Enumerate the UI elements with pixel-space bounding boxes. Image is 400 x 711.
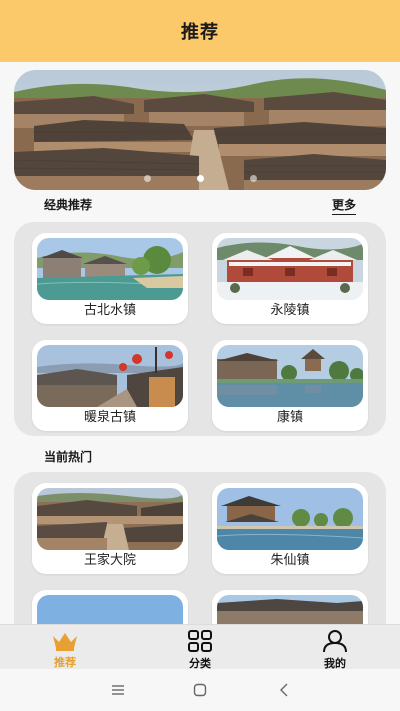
card-image [37, 595, 183, 624]
card-gubei-water-town[interactable]: 古北水镇 [32, 233, 188, 324]
bottom-tab-bar: 推荐 分类 我的 [0, 624, 400, 670]
more-link[interactable]: 更多 [331, 196, 356, 215]
card-yongling-town[interactable]: 永陵镇 [212, 233, 368, 324]
card-label: 古北水镇 [83, 303, 136, 318]
card-label: 暖泉古镇 [83, 410, 136, 425]
grid-icon [186, 629, 214, 653]
card-label: 王家大院 [83, 553, 136, 568]
card-image [217, 595, 363, 624]
carousel-dot-active[interactable] [196, 175, 204, 182]
card-kang-town[interactable]: 康镇 [212, 340, 368, 431]
card-image [217, 238, 363, 300]
system-nav-bar [0, 669, 400, 711]
carousel-indicator [14, 175, 386, 182]
card-image [37, 345, 183, 407]
card-image [217, 345, 363, 407]
card-hot-3[interactable] [32, 590, 188, 624]
crown-icon [51, 629, 79, 652]
card-label: 永陵镇 [270, 303, 310, 318]
tab-category[interactable]: 分类 [165, 625, 235, 670]
card-wang-family-compound[interactable]: 王家大院 [32, 483, 188, 574]
tab-mine[interactable]: 我的 [300, 625, 370, 670]
banner-carousel[interactable] [14, 70, 386, 190]
carousel-dot[interactable] [249, 175, 257, 182]
main-content[interactable]: 经典推荐 更多 古北水镇 永陵镇 暖泉古镇 康镇 当前热门 王家大院 朱仙镇 [0, 62, 400, 624]
card-image [37, 488, 183, 550]
tab-label: 推荐 [54, 656, 76, 669]
card-image [37, 238, 183, 300]
card-image [217, 488, 363, 550]
app-header: 推荐 [0, 0, 400, 62]
back-icon[interactable] [274, 680, 294, 700]
section-title-hot: 当前热门 [44, 450, 93, 464]
classic-section-header: 经典推荐 更多 [0, 196, 400, 216]
hot-panel: 王家大院 朱仙镇 [14, 472, 386, 624]
home-icon[interactable] [190, 680, 210, 700]
hot-section-header: 当前热门 [0, 448, 400, 468]
person-icon [321, 629, 349, 653]
carousel-dot[interactable] [143, 175, 151, 182]
section-title-classic: 经典推荐 [44, 198, 93, 212]
tab-recommend[interactable]: 推荐 [30, 625, 100, 670]
banner-image [14, 70, 386, 190]
card-label: 康镇 [276, 410, 303, 425]
card-nuanquan-ancient-town[interactable]: 暖泉古镇 [32, 340, 188, 431]
card-hot-4[interactable] [212, 590, 368, 624]
card-zhuxian-town[interactable]: 朱仙镇 [212, 483, 368, 574]
classic-panel: 古北水镇 永陵镇 暖泉古镇 康镇 [14, 222, 386, 436]
page-title: 推荐 [181, 22, 219, 43]
card-label: 朱仙镇 [270, 553, 310, 568]
menu-icon[interactable] [108, 680, 128, 700]
